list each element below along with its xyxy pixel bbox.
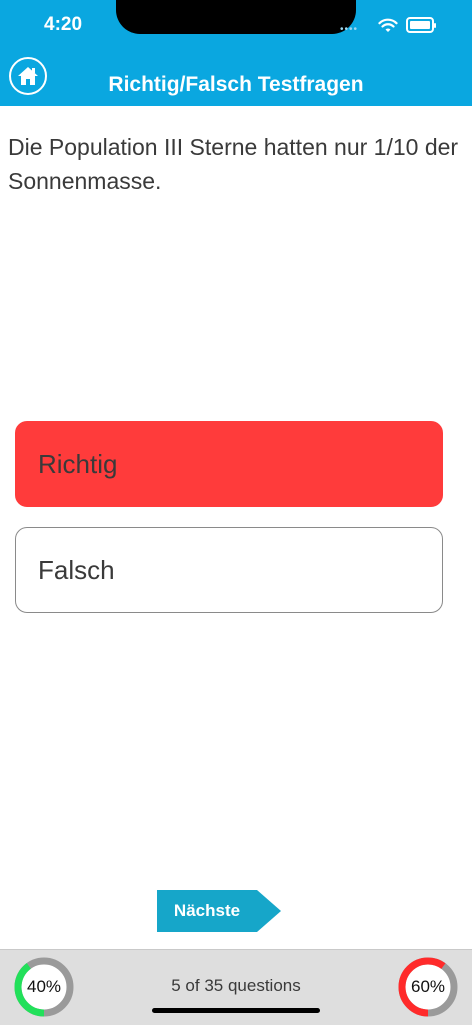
home-indicator bbox=[152, 1008, 320, 1013]
app-header: 4:20 •••• Richtig/Falsch Testfragen bbox=[0, 0, 472, 106]
battery-icon bbox=[406, 17, 434, 33]
next-button[interactable]: Nächste bbox=[157, 890, 257, 932]
status-time: 4:20 bbox=[44, 14, 83, 35]
wifi-icon bbox=[378, 18, 398, 32]
next-button-arrow[interactable] bbox=[257, 890, 281, 932]
wrong-percentage-gauge: 60% bbox=[397, 956, 459, 1018]
answer-option-richtig[interactable]: Richtig bbox=[15, 421, 443, 507]
answer-option-falsch[interactable]: Falsch bbox=[15, 527, 443, 613]
status-icons: •••• bbox=[340, 14, 450, 38]
answer-label: Richtig bbox=[38, 448, 118, 479]
question-text: Die Population III Sterne hatten nur 1/1… bbox=[8, 134, 459, 194]
device-notch bbox=[116, 0, 356, 34]
answer-label: Falsch bbox=[38, 554, 115, 585]
page-title: Richtig/Falsch Testfragen bbox=[108, 73, 364, 96]
signal-icon: •••• bbox=[340, 24, 359, 35]
wrong-percentage-label: 60% bbox=[410, 977, 446, 996]
